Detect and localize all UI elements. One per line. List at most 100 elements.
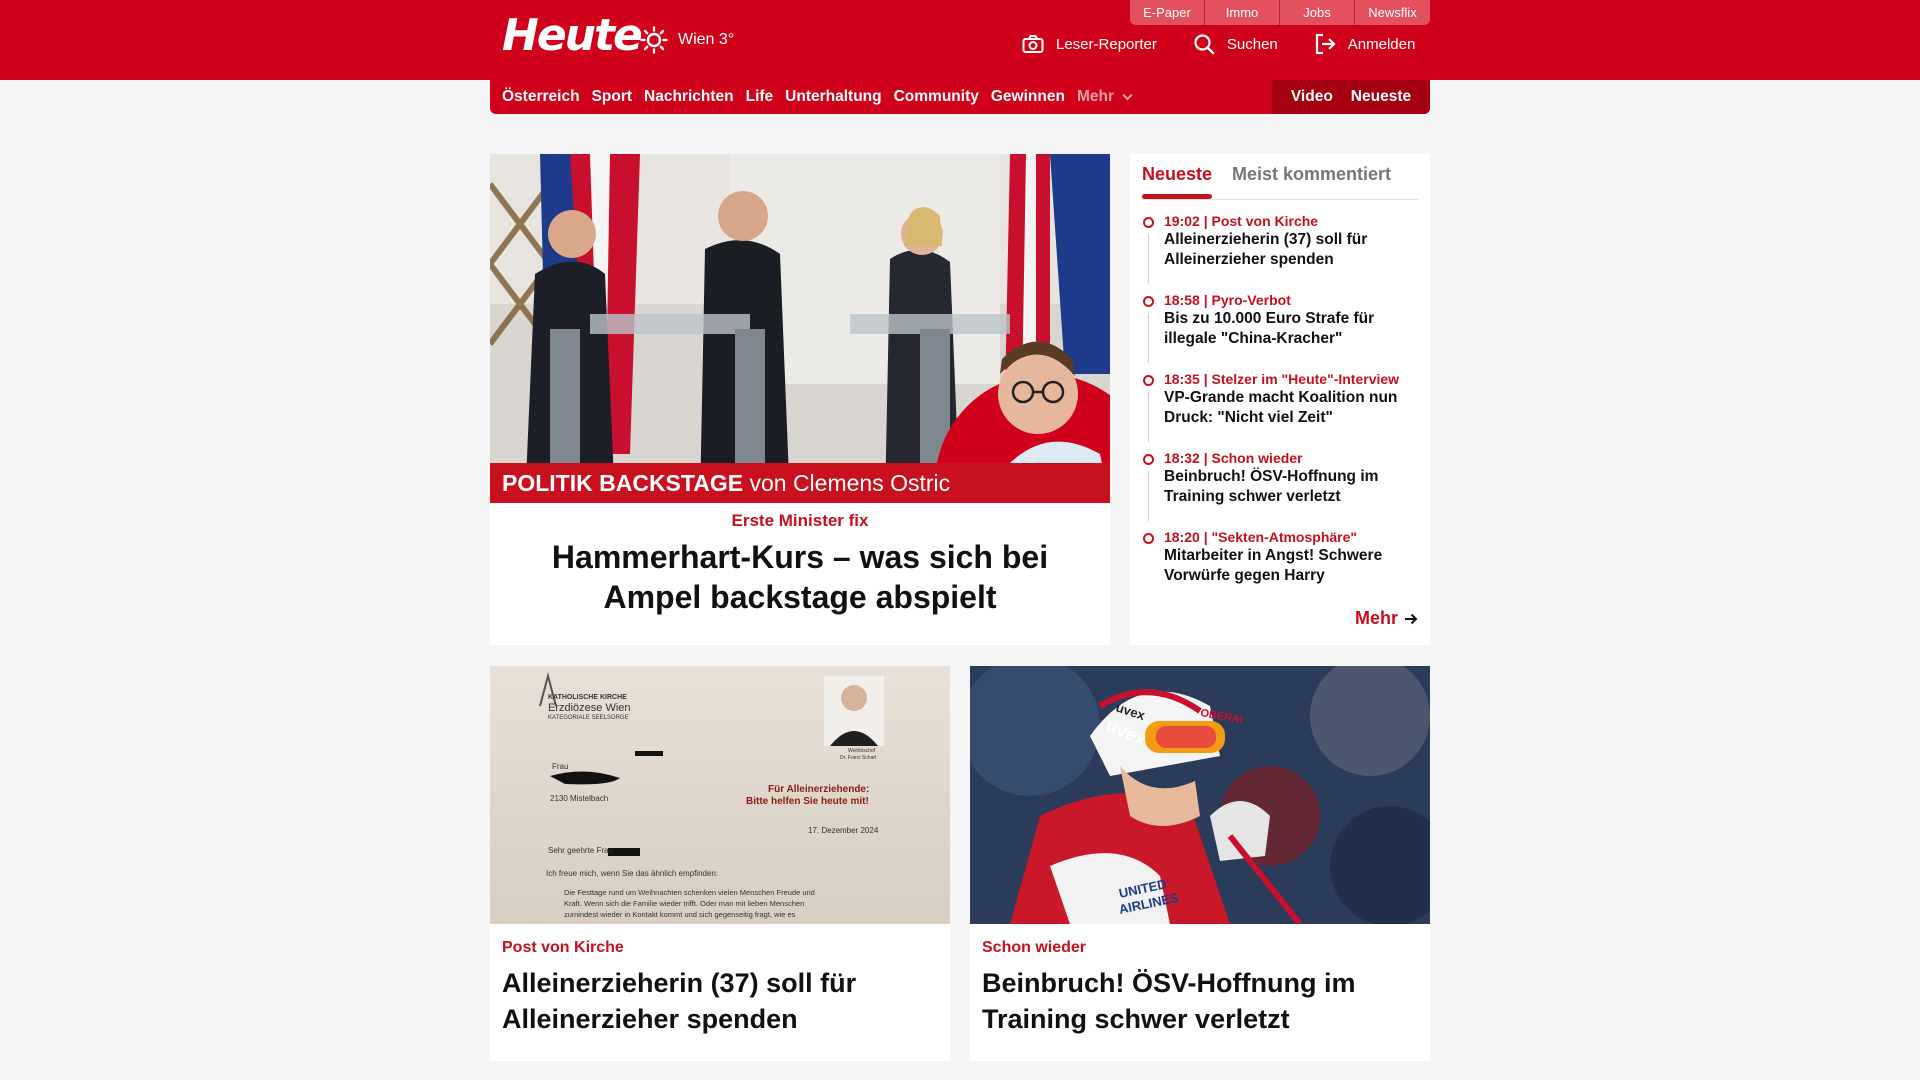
- timeline-line: [1148, 392, 1149, 442]
- nav-more-dropdown[interactable]: Mehr: [1076, 88, 1134, 106]
- timeline-title[interactable]: Alleinerzieherin (37) soll für Alleinerz…: [1164, 230, 1422, 270]
- timeline-meta: 18:58 | Pyro-Verbot: [1164, 292, 1291, 308]
- timeline-item[interactable]: 18:20 | "Sekten-Atmosphäre" Mitarbeiter …: [1142, 528, 1422, 607]
- hero-banner-bold: POLITIK BACKSTAGE: [502, 470, 744, 496]
- letter-greeting: Sehr geehrte Frau: [548, 846, 613, 855]
- chevron-down-icon: [1122, 93, 1134, 101]
- timeline-meta: 18:35 | Stelzer im "Heute"-Interview: [1164, 371, 1400, 387]
- leser-reporter-button[interactable]: Leser-Reporter: [1022, 34, 1157, 54]
- timeline-title[interactable]: Mitarbeiter in Angst! Schwere Vorwürfe g…: [1164, 546, 1422, 586]
- hero-banner: POLITIK BACKSTAGE von Clemens Ostric: [490, 463, 1110, 503]
- timeline-item[interactable]: 18:32 | Schon wieder Beinbruch! ÖSV-Hoff…: [1142, 449, 1422, 528]
- article-image[interactable]: uvex uvex OBERAI UNITED AIRLINES: [970, 666, 1430, 924]
- article-headline[interactable]: Beinbruch! ÖSV-Hoffnung im Training schw…: [982, 965, 1418, 1037]
- login-button[interactable]: Anmelden: [1314, 33, 1416, 55]
- sun-icon: [640, 26, 668, 54]
- top-links: E-Paper Immo Jobs Newsflix: [1130, 0, 1430, 25]
- sidebar-tabs: Neueste Meist kommentiert: [1142, 154, 1418, 200]
- letter-city: 2130 Mistelbach: [550, 794, 609, 803]
- site-header: E-Paper Immo Jobs Newsflix Heute Wien 3°…: [0, 0, 1920, 80]
- letter-line3: Kraft. Wenn sich die Familie wieder trif…: [564, 899, 805, 908]
- hero-image[interactable]: POLITIK BACKSTAGE von Clemens Ostric: [490, 154, 1110, 503]
- letter-line2: Die Festtage rund um Weihnachten schenke…: [564, 888, 815, 897]
- search-icon: [1194, 34, 1215, 55]
- site-logo[interactable]: Heute: [502, 10, 643, 61]
- weather-label: Wien 3°: [678, 31, 735, 48]
- nav-neueste[interactable]: Neueste: [1351, 88, 1411, 106]
- nav-item-nachrichten[interactable]: Nachrichten: [644, 88, 734, 106]
- tab-neueste[interactable]: Neueste: [1142, 164, 1212, 185]
- top-link-epaper[interactable]: E-Paper: [1130, 0, 1205, 25]
- nav-item-oesterreich[interactable]: Österreich: [502, 88, 580, 106]
- skier-photo: uvex uvex OBERAI UNITED AIRLINES: [970, 666, 1430, 924]
- timeline-dot: [1143, 296, 1154, 307]
- nav-item-gewinnen[interactable]: Gewinnen: [991, 88, 1065, 106]
- letter-org3: KATEGORIALE SEELSORGE: [548, 715, 629, 721]
- letter-line4: zumindest wieder in Kontakt kommt und si…: [564, 910, 796, 919]
- press-conference-photo: [490, 154, 1110, 503]
- weather-widget[interactable]: Wien 3°: [640, 26, 734, 54]
- arrow-right-icon: [1405, 613, 1418, 624]
- timeline-meta: 18:32 | Schon wieder: [1164, 450, 1303, 466]
- timeline-item[interactable]: 18:58 | Pyro-Verbot Bis zu 10.000 Euro S…: [1142, 291, 1422, 370]
- letter-photo: KATHOLISCHE KIRCHE Erzdiözese Wien KATEG…: [490, 666, 950, 924]
- nav-items: Österreich Sport Nachrichten Life Unterh…: [502, 80, 1145, 114]
- sidebar-more-link[interactable]: Mehr: [1355, 608, 1418, 629]
- hero-headline[interactable]: Hammerhart-Kurs – was sich bei Ampel bac…: [490, 537, 1110, 617]
- timeline-item[interactable]: 18:35 | Stelzer im "Heute"-Interview VP-…: [1142, 370, 1422, 449]
- timeline-meta: 19:02 | Post von Kirche: [1164, 213, 1319, 229]
- article-kicker: Schon wieder: [982, 939, 1087, 956]
- leser-reporter-label: Leser-Reporter: [1056, 35, 1157, 53]
- timeline-title[interactable]: Bis zu 10.000 Euro Strafe für illegale "…: [1164, 309, 1422, 349]
- letter-org1: KATHOLISCHE KIRCHE: [548, 694, 627, 701]
- article-card[interactable]: KATHOLISCHE KIRCHE Erzdiözese Wien KATEG…: [490, 666, 950, 1061]
- letter-line1: Ich freue mich, wenn Sie das ähnlich emp…: [546, 869, 719, 878]
- timeline-dot: [1143, 533, 1154, 544]
- timeline-dot: [1143, 375, 1154, 386]
- active-tab-indicator: [1142, 194, 1212, 199]
- timeline-line: [1148, 313, 1149, 363]
- nav-video[interactable]: Video: [1291, 88, 1333, 106]
- search-button[interactable]: Suchen: [1193, 33, 1278, 55]
- top-link-newsflix[interactable]: Newsflix: [1355, 0, 1430, 25]
- hero-banner-rest: von Clemens Ostric: [743, 470, 951, 496]
- letter-date: 17. Dezember 2024: [808, 826, 879, 835]
- article-kicker: Post von Kirche: [502, 939, 624, 956]
- timeline-dot: [1143, 217, 1154, 228]
- nav-item-sport[interactable]: Sport: [592, 88, 632, 106]
- hero-kicker: Erste Minister fix: [731, 511, 869, 530]
- timeline-line: [1148, 234, 1149, 284]
- hero-article[interactable]: POLITIK BACKSTAGE von Clemens Ostric Ers…: [490, 154, 1110, 645]
- header-actions: Leser-Reporter Suchen Anmelden: [1022, 33, 1451, 55]
- top-link-immo[interactable]: Immo: [1205, 0, 1280, 25]
- camera-icon: [1022, 35, 1044, 53]
- sidebar-more-label: Mehr: [1354, 608, 1398, 628]
- article-image[interactable]: KATHOLISCHE KIRCHE Erzdiözese Wien KATEG…: [490, 666, 950, 924]
- nav-more-label: Mehr: [1076, 88, 1114, 105]
- article-card[interactable]: uvex uvex OBERAI UNITED AIRLINES Schon w…: [970, 666, 1430, 1061]
- top-link-jobs[interactable]: Jobs: [1280, 0, 1355, 25]
- letter-sign2: Dr. Franz Scharl: [840, 755, 877, 761]
- letter-salutation: Frau: [552, 762, 569, 771]
- letter-appeal2: Bitte helfen Sie heute mit!: [746, 796, 869, 807]
- timeline-meta: 18:20 | "Sekten-Atmosphäre": [1164, 529, 1358, 545]
- timeline-title[interactable]: Beinbruch! ÖSV-Hoffnung im Training schw…: [1164, 467, 1422, 507]
- main-nav: Österreich Sport Nachrichten Life Unterh…: [490, 80, 1430, 114]
- nav-right-group: Video Neueste: [1272, 80, 1430, 114]
- timeline-item[interactable]: 19:02 | Post von Kirche Alleinerzieherin…: [1142, 212, 1422, 291]
- nav-item-unterhaltung[interactable]: Unterhaltung: [785, 88, 881, 106]
- login-label: Anmelden: [1347, 35, 1416, 53]
- article-headline[interactable]: Alleinerzieherin (37) soll für Alleinerz…: [502, 965, 938, 1037]
- timeline-dot: [1143, 454, 1154, 465]
- letter-appeal1: Für Alleinerziehende:: [768, 784, 870, 795]
- tab-meist-kommentiert[interactable]: Meist kommentiert: [1232, 164, 1391, 185]
- nav-item-community[interactable]: Community: [894, 88, 979, 106]
- latest-news-sidebar: Neueste Meist kommentiert 19:02 | Post v…: [1130, 154, 1430, 645]
- news-timeline: 19:02 | Post von Kirche Alleinerzieherin…: [1142, 212, 1422, 607]
- timeline-line: [1148, 471, 1149, 521]
- nav-item-life[interactable]: Life: [746, 88, 774, 106]
- timeline-title[interactable]: VP-Grande macht Koalition nun Druck: "Ni…: [1164, 388, 1422, 428]
- login-icon: [1315, 33, 1336, 55]
- search-label: Suchen: [1226, 35, 1278, 53]
- letter-org2: Erzdiözese Wien: [548, 702, 631, 714]
